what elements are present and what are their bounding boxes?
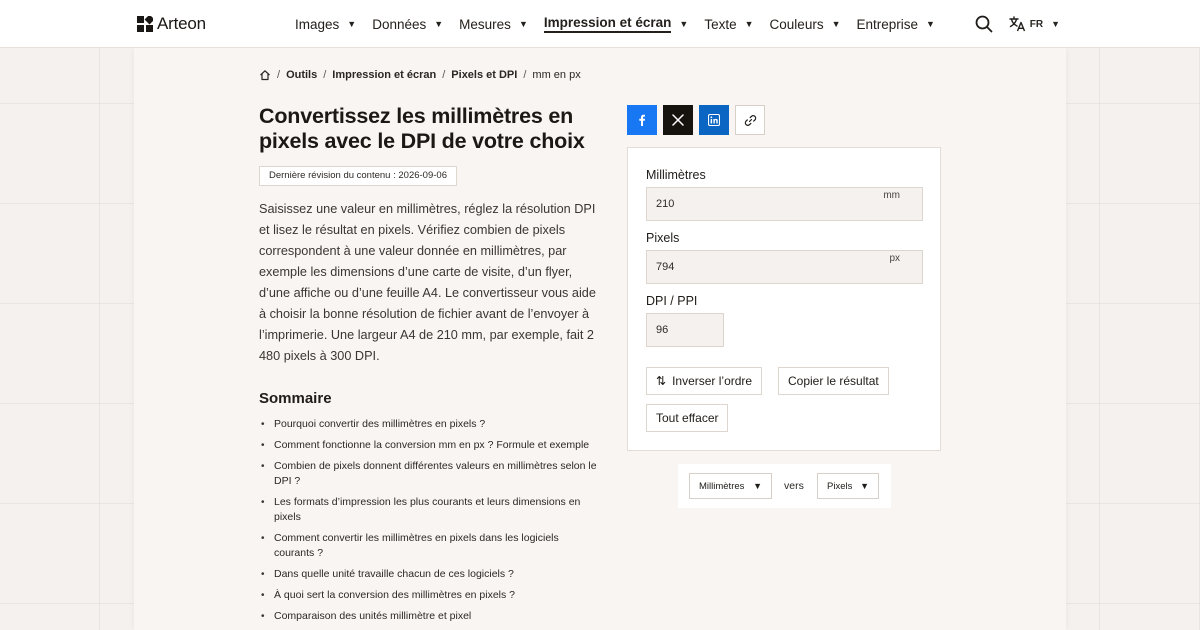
dpi-input-value: 96 bbox=[656, 324, 669, 336]
mm-label: Millimètres bbox=[646, 168, 706, 182]
dpi-label: DPI / PPI bbox=[646, 294, 698, 308]
mm-input-value: 210 bbox=[656, 198, 675, 210]
to-unit-value: Pixels bbox=[827, 480, 853, 492]
nav-label: Images bbox=[295, 16, 340, 32]
logo-mark-icon bbox=[137, 16, 153, 32]
share-linkedin-button[interactable] bbox=[699, 105, 729, 135]
share-facebook-button[interactable] bbox=[627, 105, 657, 135]
nav-label: Mesures bbox=[459, 16, 511, 32]
from-unit-value: Millimètres bbox=[699, 480, 745, 492]
swap-icon: ⇅ bbox=[656, 374, 667, 388]
nav-item-impression-et-ecran[interactable]: Impression et écran ▼ bbox=[543, 0, 689, 48]
px-input-value: 794 bbox=[656, 261, 675, 273]
nav-item-texte[interactable]: Texte ▼ bbox=[704, 0, 753, 48]
share-x-button[interactable] bbox=[663, 105, 693, 135]
nav-item-donnees[interactable]: Données ▼ bbox=[372, 0, 443, 48]
search-icon bbox=[975, 15, 993, 33]
toc-item[interactable]: Pourquoi convertir des millimètres en pi… bbox=[259, 417, 599, 432]
caret-down-icon: ▼ bbox=[744, 19, 754, 29]
intro-paragraph: Saisissez une valeur en millimètres, rég… bbox=[259, 202, 596, 363]
brand-logo[interactable]: Arteon bbox=[137, 14, 206, 34]
page-title: Convertissez les millimètres en pixels a… bbox=[259, 104, 585, 153]
share-buttons bbox=[627, 105, 765, 135]
nav-label: Entreprise bbox=[856, 16, 919, 32]
x-icon bbox=[672, 114, 684, 126]
nav-item-mesures[interactable]: Mesures ▼ bbox=[459, 0, 528, 48]
breadcrumb: / Outils / Impression et écran / Pixels … bbox=[259, 69, 581, 81]
caret-down-icon: ▼ bbox=[1051, 19, 1060, 29]
mm-input[interactable]: 210 mm bbox=[646, 187, 923, 221]
dpi-input[interactable]: 96 bbox=[646, 313, 724, 347]
swap-order-label: Inverser l’ordre bbox=[672, 374, 753, 388]
link-icon bbox=[744, 114, 756, 126]
breadcrumb-pixels-et-dpi[interactable]: Pixels et DPI bbox=[451, 69, 517, 81]
clear-all-button[interactable]: Tout effacer bbox=[646, 404, 729, 432]
to-unit-select[interactable]: Pixels ▼ bbox=[817, 473, 879, 499]
copy-result-label: Copier le résultat bbox=[788, 374, 879, 388]
top-navigation-bar: Arteon Images ▼ Données ▼ Mesures ▼ Impr… bbox=[0, 0, 1200, 48]
px-label: Pixels bbox=[646, 231, 680, 245]
toc-item[interactable]: Comparaison des unités millimètre et pix… bbox=[259, 609, 599, 624]
caret-down-icon: ▼ bbox=[347, 19, 357, 29]
header-actions: FR ▼ bbox=[973, 0, 1060, 48]
language-switcher[interactable]: FR ▼ bbox=[1009, 16, 1060, 32]
breadcrumb-impression-et-ecran[interactable]: Impression et écran bbox=[332, 69, 436, 81]
copy-link-button[interactable] bbox=[735, 105, 765, 135]
caret-down-icon: ▼ bbox=[831, 19, 841, 29]
caret-down-icon: ▼ bbox=[679, 19, 689, 29]
caret-down-icon: ▼ bbox=[434, 19, 444, 29]
converter-card: Millimètres 210 mm Pixels 794 px DPI / P… bbox=[627, 147, 941, 451]
clear-all-label: Tout effacer bbox=[656, 411, 719, 425]
px-input[interactable]: 794 px bbox=[646, 250, 923, 284]
nav-label: Couleurs bbox=[769, 16, 824, 32]
nav-item-couleurs[interactable]: Couleurs ▼ bbox=[770, 0, 841, 48]
breadcrumb-outils[interactable]: Outils bbox=[286, 69, 317, 81]
linkedin-icon bbox=[708, 114, 720, 126]
caret-down-icon: ▼ bbox=[926, 19, 935, 29]
mm-unit: mm bbox=[883, 190, 900, 201]
breadcrumb-separator: / bbox=[277, 69, 281, 81]
toc-item[interactable]: Comment fonctionne la conversion mm en p… bbox=[259, 438, 599, 453]
language-code: FR bbox=[1029, 18, 1044, 30]
copy-result-button[interactable]: Copier le résultat bbox=[778, 367, 889, 395]
nav-label: Texte bbox=[704, 16, 737, 32]
summary-heading: Sommaire bbox=[259, 390, 332, 407]
nav-item-images[interactable]: Images ▼ bbox=[295, 0, 356, 48]
table-of-contents: Pourquoi convertir des millimètres en pi… bbox=[259, 417, 599, 630]
home-icon[interactable] bbox=[259, 69, 271, 81]
px-unit: px bbox=[889, 253, 900, 264]
toc-item[interactable]: Combien de pixels donnent différentes va… bbox=[259, 459, 599, 489]
facebook-icon bbox=[639, 114, 645, 126]
toc-item[interactable]: Dans quelle unité travaille chacun de ce… bbox=[259, 567, 599, 582]
toc-item[interactable]: Les formats d’impression les plus couran… bbox=[259, 495, 599, 525]
caret-down-icon: ▼ bbox=[518, 19, 528, 29]
translate-icon bbox=[1009, 16, 1025, 32]
breadcrumb-separator: / bbox=[442, 69, 446, 81]
search-button[interactable] bbox=[973, 13, 995, 35]
breadcrumb-separator: / bbox=[523, 69, 527, 81]
unit-selector: Millimètres ▼ vers Pixels ▼ bbox=[678, 464, 891, 508]
unit-connector: vers bbox=[784, 480, 804, 492]
breadcrumb-current: mm en px bbox=[532, 69, 581, 81]
nav-label: Impression et écran bbox=[543, 15, 672, 33]
main-nav: Images ▼ Données ▼ Mesures ▼ Impression … bbox=[295, 0, 951, 48]
nav-item-entreprise[interactable]: Entreprise ▼ bbox=[857, 0, 935, 48]
nav-label: Données bbox=[372, 16, 427, 32]
revision-badge: Dernière révision du contenu : 2026-09-0… bbox=[259, 166, 457, 186]
caret-down-icon: ▼ bbox=[860, 481, 869, 491]
breadcrumb-separator: / bbox=[323, 69, 327, 81]
toc-item[interactable]: À quoi sert la conversion des millimètre… bbox=[259, 588, 599, 603]
swap-order-button[interactable]: ⇅ Inverser l’ordre bbox=[646, 367, 763, 395]
from-unit-select[interactable]: Millimètres ▼ bbox=[689, 473, 772, 499]
toc-item[interactable]: Comment convertir les millimètres en pix… bbox=[259, 531, 599, 561]
brand-name: Arteon bbox=[157, 14, 206, 33]
caret-down-icon: ▼ bbox=[753, 481, 762, 491]
